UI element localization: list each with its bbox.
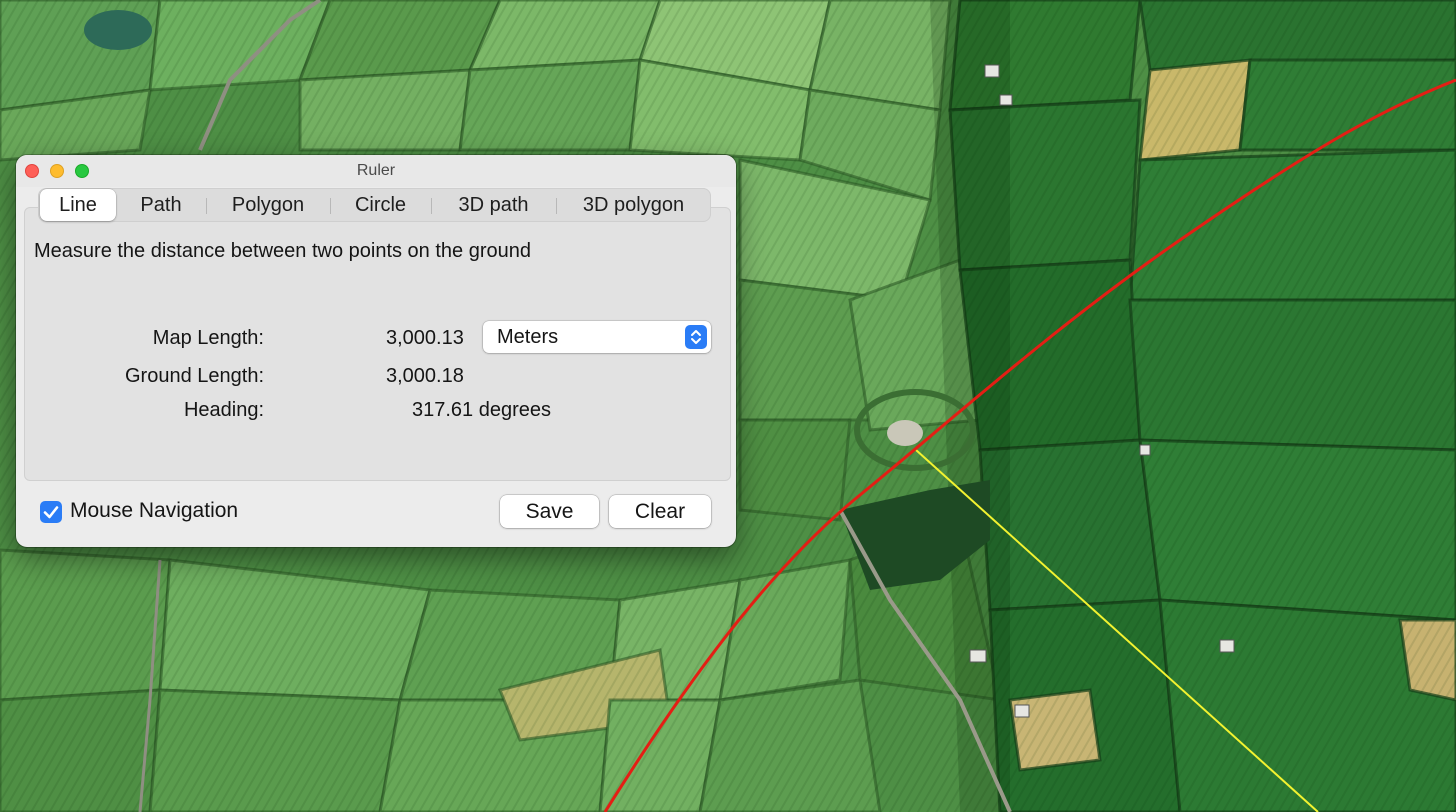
- ground-length-label: Ground Length:: [125, 365, 264, 387]
- tab-path[interactable]: Path: [116, 188, 206, 222]
- checkmark-icon: [43, 506, 59, 519]
- lake: [84, 10, 152, 50]
- tab-3d-path[interactable]: 3D path: [431, 188, 556, 222]
- tab-bar: Line Path Polygon Circle 3D path 3D poly…: [38, 188, 711, 222]
- tab-circle[interactable]: Circle: [330, 188, 431, 222]
- mouse-navigation-label[interactable]: Mouse Navigation: [70, 499, 238, 523]
- save-button[interactable]: Save: [500, 495, 599, 528]
- ground-length-value: 3,000.18: [386, 365, 464, 387]
- map-length-value: 3,000.13: [386, 327, 464, 349]
- map-length-label: Map Length:: [152, 327, 264, 349]
- title-bar[interactable]: Ruler: [16, 155, 736, 187]
- ruler-window: Ruler Line Path Polygon Circle 3D path 3…: [16, 155, 736, 547]
- heading-value: 317.61 degrees: [412, 399, 552, 421]
- tool-description: Measure the distance between two points …: [34, 240, 531, 262]
- heading-label: Heading:: [183, 399, 264, 421]
- tab-polygon[interactable]: Polygon: [206, 188, 330, 222]
- ruin-structure: [887, 420, 923, 446]
- units-dropdown[interactable]: Meters: [483, 321, 711, 353]
- chevron-updown-icon: [685, 325, 707, 349]
- tab-3d-polygon[interactable]: 3D polygon: [556, 188, 711, 222]
- tab-line[interactable]: Line: [40, 189, 116, 221]
- clear-button[interactable]: Clear: [609, 495, 711, 528]
- window-title: Ruler: [356, 162, 396, 179]
- mouse-navigation-checkbox[interactable]: [40, 501, 62, 523]
- units-selected-value: Meters: [497, 326, 559, 348]
